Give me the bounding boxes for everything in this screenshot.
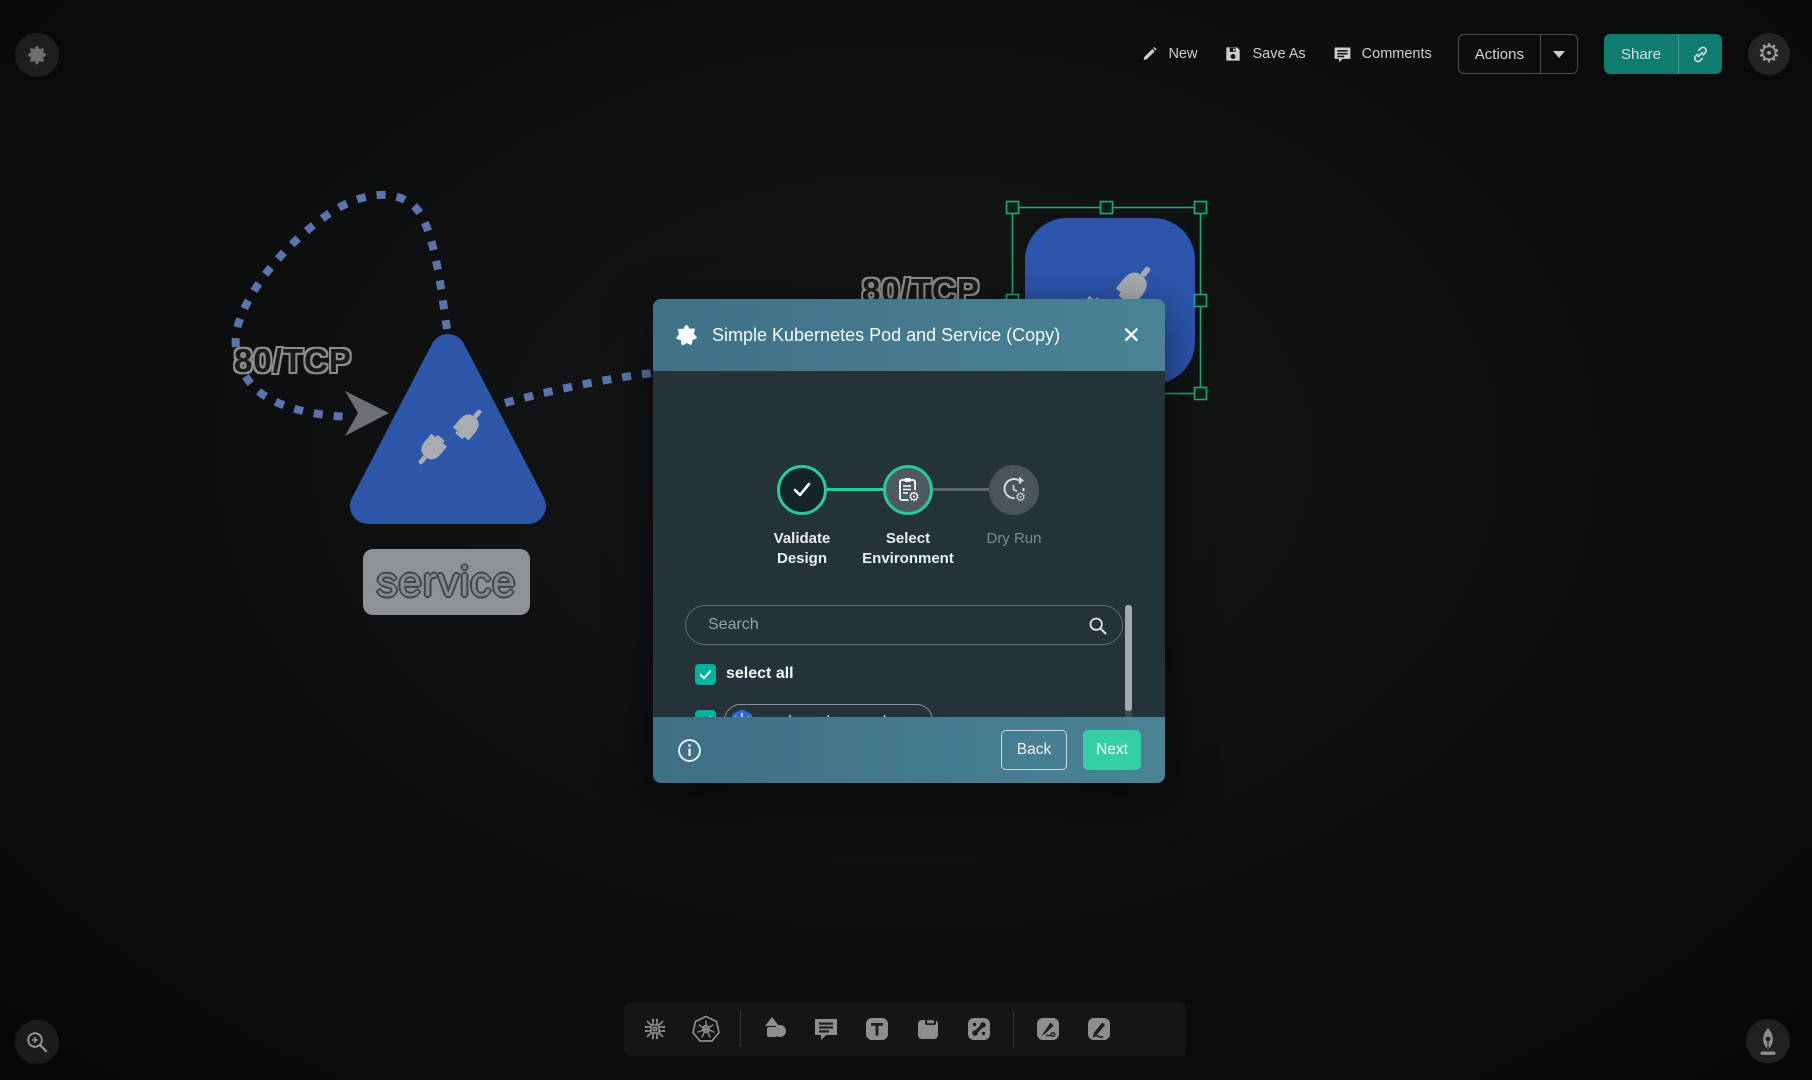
step-connector-done [827, 488, 883, 491]
component-tool-button[interactable] [638, 1012, 672, 1046]
step-label-dry-run: Dry Run [959, 529, 1069, 549]
save-as-button[interactable]: Save As [1223, 44, 1305, 64]
select-all-checkbox[interactable] [695, 664, 716, 685]
comments-label: Comments [1362, 46, 1432, 62]
top-action-bar: New Save As Comments Actions [1139, 33, 1790, 75]
caret-down-icon [1553, 51, 1565, 58]
link-icon [1691, 45, 1710, 64]
dialog-title: Simple Kubernetes Pod and Service (Copy) [712, 325, 1118, 346]
freehand-draw-button[interactable] [1082, 1012, 1116, 1046]
check-icon [698, 667, 713, 682]
shapes-icon [760, 1014, 790, 1044]
plug-icon [412, 396, 488, 478]
edge-loop[interactable] [236, 195, 660, 417]
dialog-footer: Back Next [653, 717, 1165, 783]
copy-link-button[interactable] [1678, 34, 1722, 74]
share-label: Share [1604, 46, 1678, 63]
step-connector-pending [933, 488, 989, 491]
dialog-body: ⚙ ⚙ Validate Design Select Environment D… [653, 371, 1165, 717]
svg-text:⚙: ⚙ [908, 489, 920, 504]
back-button[interactable]: Back [1001, 730, 1067, 770]
comment-tool-button[interactable] [809, 1012, 843, 1046]
freehand-draw-icon [1084, 1014, 1114, 1044]
service-node[interactable] [368, 352, 528, 506]
meshery-design-canvas: 80/TCP 80/TCP service New [0, 0, 1812, 1080]
zoom-in-button[interactable] [15, 1020, 59, 1064]
check-icon [788, 476, 816, 504]
pencil-icon [1139, 44, 1159, 64]
media-icon [913, 1014, 943, 1044]
connection-icon [964, 1014, 994, 1044]
shapes-tool-button[interactable] [758, 1012, 792, 1046]
step-validate-design[interactable] [777, 465, 827, 515]
environment-search [685, 605, 1123, 645]
pen-tool-icon [1033, 1014, 1063, 1044]
step-label-select-environment: Select Environment [853, 529, 963, 570]
step-label-validate-design: Validate Design [747, 529, 857, 570]
edge-arrowhead-icon [345, 391, 389, 436]
new-button[interactable]: New [1139, 44, 1197, 64]
step-dry-run: ⚙ [989, 465, 1039, 515]
connection-tool-button[interactable] [962, 1012, 996, 1046]
deploy-dialog: Simple Kubernetes Pod and Service (Copy)… [653, 299, 1165, 783]
actions-label: Actions [1459, 46, 1540, 63]
comment-icon [811, 1014, 841, 1044]
pen-nib-icon [1751, 1024, 1785, 1058]
step-select-environment[interactable]: ⚙ [883, 465, 933, 515]
info-icon[interactable] [677, 738, 702, 763]
search-input[interactable] [706, 615, 1087, 635]
next-button[interactable]: Next [1083, 730, 1141, 770]
svg-text:⚙: ⚙ [1015, 490, 1026, 504]
text-tool-button[interactable] [860, 1012, 894, 1046]
kubernetes-icon [691, 1014, 721, 1044]
meshery-logo-icon [673, 322, 700, 349]
pen-tool-button[interactable] [1031, 1012, 1065, 1046]
clipboard-gear-icon: ⚙ [893, 475, 923, 505]
dialog-header: Simple Kubernetes Pod and Service (Copy)… [653, 299, 1165, 371]
search-icon[interactable] [1087, 615, 1108, 636]
gear-icon: ⚙ [1757, 41, 1780, 67]
media-tool-button[interactable] [911, 1012, 945, 1046]
component-icon [640, 1014, 670, 1044]
toolbar-divider [1013, 1011, 1014, 1047]
text-icon [862, 1014, 892, 1044]
edge-to-pod [505, 372, 660, 403]
select-all-label: select all [726, 665, 794, 683]
comment-icon [1332, 44, 1353, 65]
service-node-label: service [363, 549, 530, 615]
settings-button[interactable]: ⚙ [1748, 33, 1790, 75]
share-button[interactable]: Share [1604, 34, 1722, 74]
annotate-button[interactable] [1746, 1019, 1790, 1063]
save-as-label: Save As [1252, 46, 1305, 62]
toolbar-divider [740, 1011, 741, 1047]
actions-dropdown-toggle[interactable] [1540, 35, 1577, 73]
vertical-scrollbar-thumb[interactable] [1125, 605, 1132, 711]
new-label: New [1168, 46, 1197, 62]
kubernetes-tool-button[interactable] [689, 1012, 723, 1046]
canvas-toolbar [624, 1002, 1186, 1056]
edge-port-label: 80/TCP [234, 342, 352, 380]
actions-button[interactable]: Actions [1458, 34, 1578, 74]
comments-button[interactable]: Comments [1332, 44, 1432, 65]
meshery-logo-button[interactable] [15, 33, 59, 77]
meshery-logo-icon [25, 43, 49, 67]
zoom-in-icon [24, 1029, 50, 1055]
close-icon[interactable]: ✕ [1118, 320, 1145, 351]
dry-run-gear-icon: ⚙ [999, 475, 1029, 505]
floppy-save-icon [1223, 44, 1243, 64]
